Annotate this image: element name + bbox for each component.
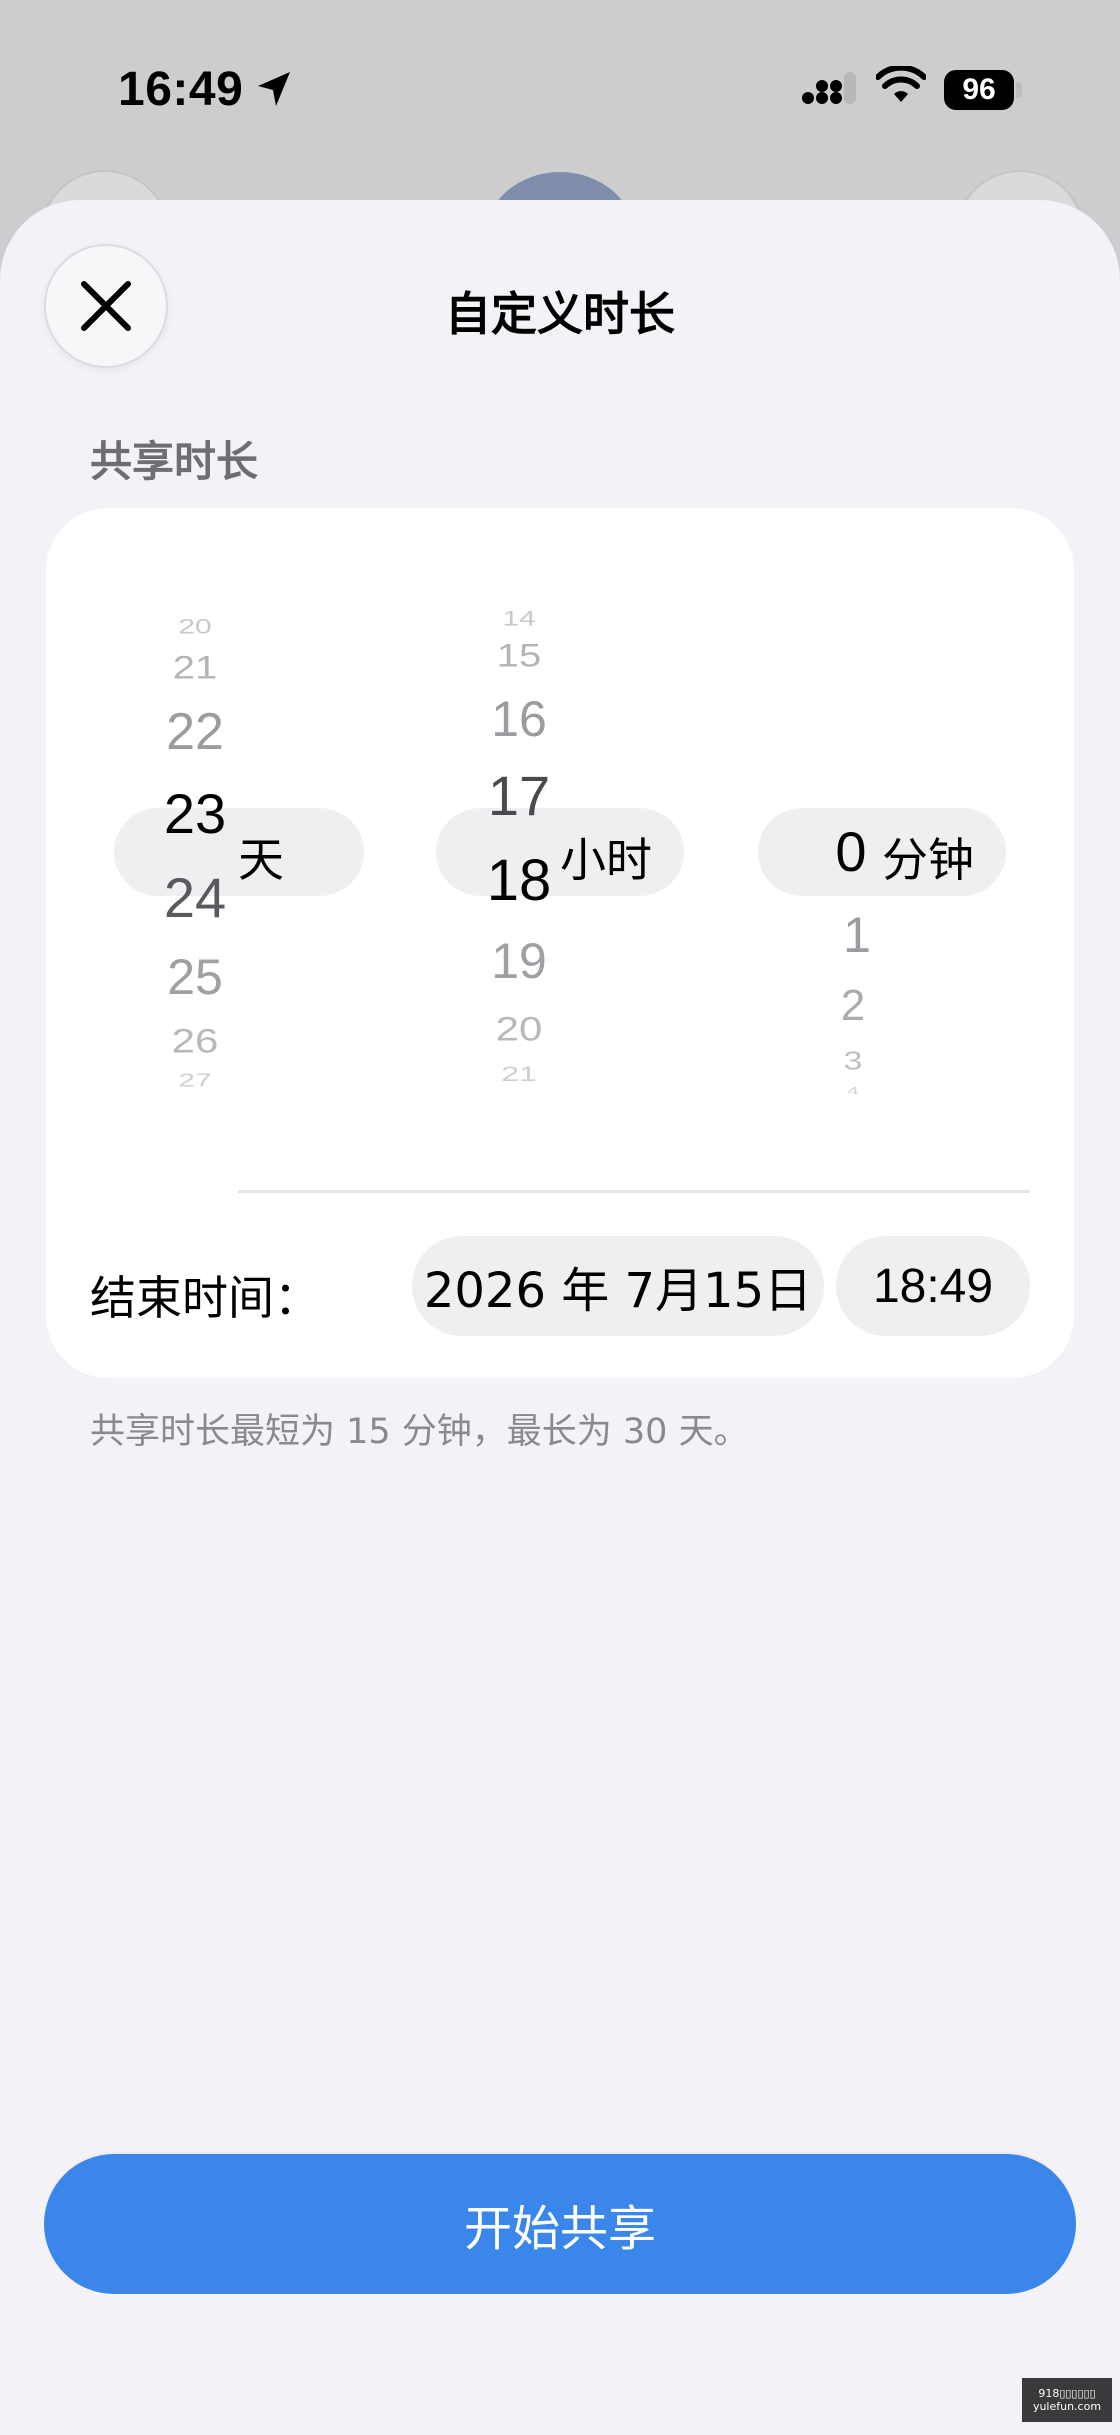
end-date-button[interactable]: 2026 年 7月15日 xyxy=(412,1236,824,1336)
days-unit-label: 天 xyxy=(238,833,284,887)
wheel-item: 14 xyxy=(502,607,536,631)
wheel-item: 2 xyxy=(840,981,866,1030)
wheel-item: 3 xyxy=(843,1046,863,1076)
sheet-title: 自定义时长 xyxy=(445,287,675,341)
wheel-item: 16 xyxy=(491,691,547,747)
hours-unit-label: 小时 xyxy=(560,833,652,887)
wheel-item: 23 xyxy=(163,782,227,845)
battery-icon: 96 xyxy=(944,70,1014,110)
wifi-icon xyxy=(876,66,926,102)
wheel-selected: 24 xyxy=(163,866,227,929)
wheel-item: 21 xyxy=(501,1062,537,1086)
wheel-item: 27 xyxy=(178,1070,212,1091)
end-time-button[interactable]: 18:49 xyxy=(836,1236,1030,1336)
wheel-item: 4 xyxy=(846,1084,860,1097)
battery-tip xyxy=(1016,82,1022,98)
watermark-line1: 918▯▯▯▯▯▯ xyxy=(1038,2386,1096,2400)
wheel-item: 19 xyxy=(491,933,547,989)
wheel-selected: 18 xyxy=(486,848,552,913)
wheel-item: 17 xyxy=(487,764,551,827)
divider xyxy=(238,1190,1030,1193)
wheel-item: 26 xyxy=(171,1021,219,1060)
status-bar: 16:49 96 xyxy=(0,0,1120,180)
cellular-signal-icon xyxy=(802,72,856,104)
wheel-item: 20 xyxy=(178,615,212,639)
minutes-unit-label: 分钟 xyxy=(882,833,974,887)
watermark: 918▯▯▯▯▯▯ yulefun.com xyxy=(1022,2378,1112,2422)
start-sharing-button[interactable]: 开始共享 xyxy=(44,2154,1076,2294)
status-time: 16:49 xyxy=(118,63,244,116)
wheel-item: 25 xyxy=(167,949,223,1005)
wheel-item: 1 xyxy=(843,907,871,963)
wheel-item: 21 xyxy=(172,649,218,687)
end-time-label: 结束时间： xyxy=(90,1271,320,1325)
wheel-item: 20 xyxy=(495,1009,543,1048)
watermark-line2: yulefun.com xyxy=(1032,2400,1102,2413)
wheel-item: 22 xyxy=(166,703,224,761)
wheel-item: 15 xyxy=(496,637,542,675)
location-arrow-icon xyxy=(258,72,290,106)
section-label: 共享时长 xyxy=(90,437,259,486)
duration-hint: 共享时长最短为 15 分钟，最长为 30 天。 xyxy=(90,1412,749,1452)
